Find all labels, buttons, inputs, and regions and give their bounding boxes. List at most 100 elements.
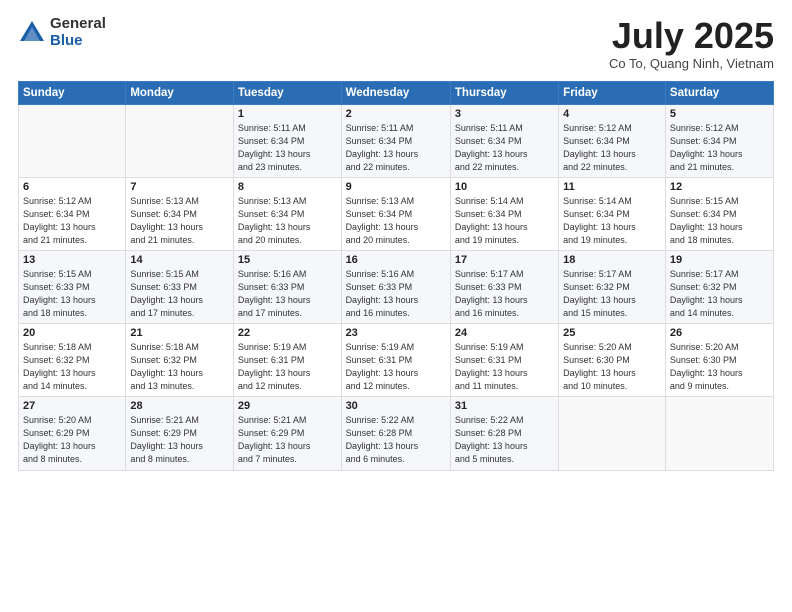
month-title: July 2025 [609, 16, 774, 56]
calendar-cell: 11 Sunrise: 5:14 AM Sunset: 6:34 PM Dayli… [559, 177, 666, 250]
day-info: Sunrise: 5:13 AM Sunset: 6:34 PM Dayligh… [238, 195, 337, 247]
calendar-cell [665, 397, 773, 470]
logo-general: General [50, 16, 106, 33]
day-info: Sunrise: 5:15 AM Sunset: 6:34 PM Dayligh… [670, 195, 769, 247]
calendar-week-4: 27 Sunrise: 5:20 AM Sunset: 6:29 PM Dayli… [19, 397, 774, 470]
calendar-cell: 19 Sunrise: 5:17 AM Sunset: 6:32 PM Dayli… [665, 250, 773, 323]
day-number: 14 [130, 254, 229, 266]
day-info: Sunrise: 5:11 AM Sunset: 6:34 PM Dayligh… [346, 122, 446, 174]
day-number: 10 [455, 181, 554, 193]
calendar-cell: 24 Sunrise: 5:19 AM Sunset: 6:31 PM Dayli… [450, 324, 558, 397]
day-number: 19 [670, 254, 769, 266]
day-number: 20 [23, 327, 121, 339]
day-info: Sunrise: 5:16 AM Sunset: 6:33 PM Dayligh… [346, 268, 446, 320]
day-info: Sunrise: 5:12 AM Sunset: 6:34 PM Dayligh… [563, 122, 661, 174]
day-info: Sunrise: 5:20 AM Sunset: 6:29 PM Dayligh… [23, 414, 121, 466]
day-number: 27 [23, 400, 121, 412]
day-info: Sunrise: 5:17 AM Sunset: 6:33 PM Dayligh… [455, 268, 554, 320]
calendar-table: Sunday Monday Tuesday Wednesday Thursday… [18, 81, 774, 471]
day-number: 6 [23, 181, 121, 193]
day-number: 21 [130, 327, 229, 339]
day-info: Sunrise: 5:11 AM Sunset: 6:34 PM Dayligh… [455, 122, 554, 174]
calendar-cell: 14 Sunrise: 5:15 AM Sunset: 6:33 PM Dayli… [126, 250, 234, 323]
calendar-cell: 27 Sunrise: 5:20 AM Sunset: 6:29 PM Dayli… [19, 397, 126, 470]
header-friday: Friday [559, 81, 666, 104]
calendar-cell: 26 Sunrise: 5:20 AM Sunset: 6:30 PM Dayli… [665, 324, 773, 397]
calendar-cell: 2 Sunrise: 5:11 AM Sunset: 6:34 PM Daylig… [341, 104, 450, 177]
logo-blue: Blue [50, 33, 106, 50]
calendar-cell: 6 Sunrise: 5:12 AM Sunset: 6:34 PM Daylig… [19, 177, 126, 250]
day-info: Sunrise: 5:21 AM Sunset: 6:29 PM Dayligh… [238, 414, 337, 466]
day-info: Sunrise: 5:18 AM Sunset: 6:32 PM Dayligh… [130, 341, 229, 393]
day-number: 29 [238, 400, 337, 412]
day-info: Sunrise: 5:22 AM Sunset: 6:28 PM Dayligh… [455, 414, 554, 466]
calendar-week-0: 1 Sunrise: 5:11 AM Sunset: 6:34 PM Daylig… [19, 104, 774, 177]
calendar-cell: 12Sunrise: 5:15 AM Sunset: 6:34 PM Dayli… [665, 177, 773, 250]
header-saturday: Saturday [665, 81, 773, 104]
day-info: Sunrise: 5:12 AM Sunset: 6:34 PM Dayligh… [670, 122, 769, 174]
calendar-cell: 25Sunrise: 5:20 AM Sunset: 6:30 PM Dayli… [559, 324, 666, 397]
logo: General Blue [18, 16, 106, 49]
calendar-cell: 23 Sunrise: 5:19 AM Sunset: 6:31 PM Dayli… [341, 324, 450, 397]
calendar-cell: 30 Sunrise: 5:22 AM Sunset: 6:28 PM Dayli… [341, 397, 450, 470]
day-info: Sunrise: 5:18 AM Sunset: 6:32 PM Dayligh… [23, 341, 121, 393]
day-number: 9 [346, 181, 446, 193]
calendar-cell [19, 104, 126, 177]
day-info: Sunrise: 5:22 AM Sunset: 6:28 PM Dayligh… [346, 414, 446, 466]
day-info: Sunrise: 5:17 AM Sunset: 6:32 PM Dayligh… [670, 268, 769, 320]
day-info: Sunrise: 5:14 AM Sunset: 6:34 PM Dayligh… [563, 195, 661, 247]
day-number: 3 [455, 108, 554, 120]
day-number: 31 [455, 400, 554, 412]
calendar-cell: 16Sunrise: 5:16 AM Sunset: 6:33 PM Dayli… [341, 250, 450, 323]
day-number: 17 [455, 254, 554, 266]
day-info: Sunrise: 5:19 AM Sunset: 6:31 PM Dayligh… [455, 341, 554, 393]
day-number: 26 [670, 327, 769, 339]
day-number: 2 [346, 108, 446, 120]
calendar-cell: 13 Sunrise: 5:15 AM Sunset: 6:33 PM Dayli… [19, 250, 126, 323]
day-info: Sunrise: 5:17 AM Sunset: 6:32 PM Dayligh… [563, 268, 661, 320]
page-header: General Blue July 2025 Co To, Quang Ninh… [18, 16, 774, 71]
calendar-cell: 29 Sunrise: 5:21 AM Sunset: 6:29 PM Dayli… [233, 397, 341, 470]
day-number: 25 [563, 327, 661, 339]
title-block: July 2025 Co To, Quang Ninh, Vietnam [609, 16, 774, 71]
calendar-header-row: Sunday Monday Tuesday Wednesday Thursday… [19, 81, 774, 104]
day-number: 24 [455, 327, 554, 339]
day-number: 1 [238, 108, 337, 120]
calendar-cell: 5Sunrise: 5:12 AM Sunset: 6:34 PM Daylig… [665, 104, 773, 177]
calendar-cell: 17 Sunrise: 5:17 AM Sunset: 6:33 PM Dayli… [450, 250, 558, 323]
calendar-cell: 18 Sunrise: 5:17 AM Sunset: 6:32 PM Dayli… [559, 250, 666, 323]
day-number: 4 [563, 108, 661, 120]
calendar-week-3: 20 Sunrise: 5:18 AM Sunset: 6:32 PM Dayli… [19, 324, 774, 397]
calendar-cell: 21 Sunrise: 5:18 AM Sunset: 6:32 PM Dayli… [126, 324, 234, 397]
day-number: 30 [346, 400, 446, 412]
day-info: Sunrise: 5:19 AM Sunset: 6:31 PM Dayligh… [238, 341, 337, 393]
location: Co To, Quang Ninh, Vietnam [609, 56, 774, 71]
calendar-cell: 20 Sunrise: 5:18 AM Sunset: 6:32 PM Dayli… [19, 324, 126, 397]
day-info: Sunrise: 5:13 AM Sunset: 6:34 PM Dayligh… [130, 195, 229, 247]
day-number: 8 [238, 181, 337, 193]
day-info: Sunrise: 5:13 AM Sunset: 6:34 PM Dayligh… [346, 195, 446, 247]
calendar-cell: 22Sunrise: 5:19 AM Sunset: 6:31 PM Dayli… [233, 324, 341, 397]
day-number: 23 [346, 327, 446, 339]
calendar-week-1: 6 Sunrise: 5:12 AM Sunset: 6:34 PM Daylig… [19, 177, 774, 250]
calendar-cell: 8 Sunrise: 5:13 AM Sunset: 6:34 PM Daylig… [233, 177, 341, 250]
calendar-cell: 15Sunrise: 5:16 AM Sunset: 6:33 PM Dayli… [233, 250, 341, 323]
day-number: 18 [563, 254, 661, 266]
day-number: 13 [23, 254, 121, 266]
calendar-cell: 7Sunrise: 5:13 AM Sunset: 6:34 PM Daylig… [126, 177, 234, 250]
day-number: 28 [130, 400, 229, 412]
calendar-cell: 31 Sunrise: 5:22 AM Sunset: 6:28 PM Dayli… [450, 397, 558, 470]
header-wednesday: Wednesday [341, 81, 450, 104]
calendar-cell: 10Sunrise: 5:14 AM Sunset: 6:34 PM Dayli… [450, 177, 558, 250]
day-info: Sunrise: 5:20 AM Sunset: 6:30 PM Dayligh… [670, 341, 769, 393]
logo-icon [18, 19, 46, 47]
day-info: Sunrise: 5:11 AM Sunset: 6:34 PM Dayligh… [238, 122, 337, 174]
day-info: Sunrise: 5:21 AM Sunset: 6:29 PM Dayligh… [130, 414, 229, 466]
calendar-cell: 28 Sunrise: 5:21 AM Sunset: 6:29 PM Dayli… [126, 397, 234, 470]
day-info: Sunrise: 5:15 AM Sunset: 6:33 PM Dayligh… [130, 268, 229, 320]
day-info: Sunrise: 5:15 AM Sunset: 6:33 PM Dayligh… [23, 268, 121, 320]
calendar-cell: 3 Sunrise: 5:11 AM Sunset: 6:34 PM Daylig… [450, 104, 558, 177]
day-number: 11 [563, 181, 661, 193]
day-info: Sunrise: 5:19 AM Sunset: 6:31 PM Dayligh… [346, 341, 446, 393]
day-info: Sunrise: 5:12 AM Sunset: 6:34 PM Dayligh… [23, 195, 121, 247]
